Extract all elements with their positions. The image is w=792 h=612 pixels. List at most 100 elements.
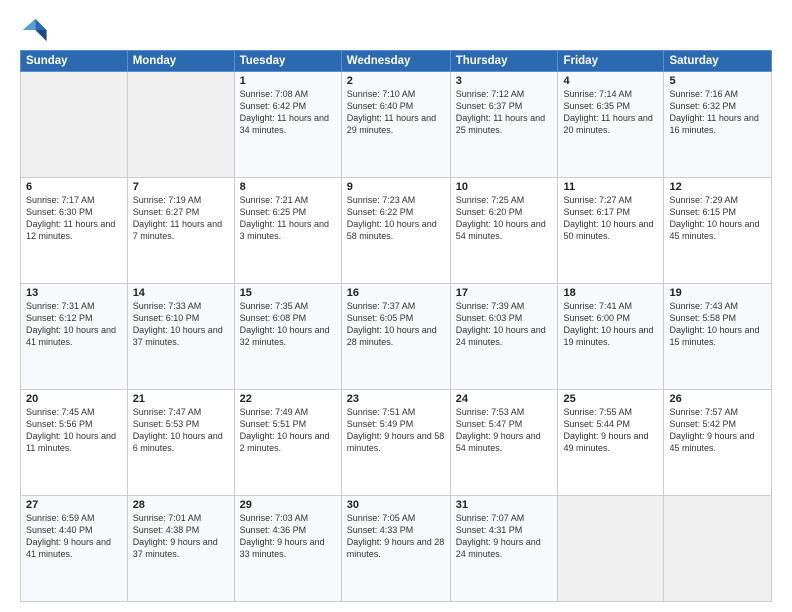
day-detail: Sunrise: 7:17 AM Sunset: 6:30 PM Dayligh… (26, 194, 122, 243)
calendar-cell: 23Sunrise: 7:51 AM Sunset: 5:49 PM Dayli… (341, 390, 450, 496)
day-number: 29 (240, 499, 336, 511)
day-number: 16 (347, 287, 445, 299)
day-number: 26 (669, 393, 766, 405)
calendar-cell: 6Sunrise: 7:17 AM Sunset: 6:30 PM Daylig… (21, 178, 128, 284)
calendar-cell: 7Sunrise: 7:19 AM Sunset: 6:27 PM Daylig… (127, 178, 234, 284)
day-header-friday: Friday (558, 51, 664, 72)
day-detail: Sunrise: 7:25 AM Sunset: 6:20 PM Dayligh… (456, 194, 553, 243)
day-header-thursday: Thursday (450, 51, 558, 72)
calendar-cell: 2Sunrise: 7:10 AM Sunset: 6:40 PM Daylig… (341, 72, 450, 178)
logo-icon (20, 16, 48, 44)
day-header-saturday: Saturday (664, 51, 772, 72)
day-number: 30 (347, 499, 445, 511)
day-detail: Sunrise: 7:37 AM Sunset: 6:05 PM Dayligh… (347, 300, 445, 349)
calendar-cell (21, 72, 128, 178)
logo (20, 16, 52, 44)
calendar-cell: 27Sunrise: 6:59 AM Sunset: 4:40 PM Dayli… (21, 496, 128, 602)
day-number: 9 (347, 181, 445, 193)
calendar-cell: 5Sunrise: 7:16 AM Sunset: 6:32 PM Daylig… (664, 72, 772, 178)
calendar-header-row: SundayMondayTuesdayWednesdayThursdayFrid… (21, 51, 772, 72)
day-number: 13 (26, 287, 122, 299)
calendar-cell: 16Sunrise: 7:37 AM Sunset: 6:05 PM Dayli… (341, 284, 450, 390)
day-number: 17 (456, 287, 553, 299)
day-detail: Sunrise: 7:53 AM Sunset: 5:47 PM Dayligh… (456, 406, 553, 455)
page: SundayMondayTuesdayWednesdayThursdayFrid… (0, 0, 792, 612)
calendar-cell: 17Sunrise: 7:39 AM Sunset: 6:03 PM Dayli… (450, 284, 558, 390)
day-number: 2 (347, 75, 445, 87)
day-number: 7 (133, 181, 229, 193)
day-detail: Sunrise: 7:35 AM Sunset: 6:08 PM Dayligh… (240, 300, 336, 349)
day-header-sunday: Sunday (21, 51, 128, 72)
calendar-cell: 1Sunrise: 7:08 AM Sunset: 6:42 PM Daylig… (234, 72, 341, 178)
day-detail: Sunrise: 7:39 AM Sunset: 6:03 PM Dayligh… (456, 300, 553, 349)
calendar-cell: 19Sunrise: 7:43 AM Sunset: 5:58 PM Dayli… (664, 284, 772, 390)
day-detail: Sunrise: 7:31 AM Sunset: 6:12 PM Dayligh… (26, 300, 122, 349)
day-number: 12 (669, 181, 766, 193)
calendar-cell (127, 72, 234, 178)
day-number: 3 (456, 75, 553, 87)
day-number: 18 (563, 287, 658, 299)
calendar-cell: 24Sunrise: 7:53 AM Sunset: 5:47 PM Dayli… (450, 390, 558, 496)
calendar-cell: 11Sunrise: 7:27 AM Sunset: 6:17 PM Dayli… (558, 178, 664, 284)
day-number: 15 (240, 287, 336, 299)
day-number: 6 (26, 181, 122, 193)
day-detail: Sunrise: 7:33 AM Sunset: 6:10 PM Dayligh… (133, 300, 229, 349)
day-number: 4 (563, 75, 658, 87)
header (20, 16, 772, 44)
calendar-cell: 22Sunrise: 7:49 AM Sunset: 5:51 PM Dayli… (234, 390, 341, 496)
calendar-cell: 4Sunrise: 7:14 AM Sunset: 6:35 PM Daylig… (558, 72, 664, 178)
day-detail: Sunrise: 7:55 AM Sunset: 5:44 PM Dayligh… (563, 406, 658, 455)
calendar-cell: 9Sunrise: 7:23 AM Sunset: 6:22 PM Daylig… (341, 178, 450, 284)
day-detail: Sunrise: 7:08 AM Sunset: 6:42 PM Dayligh… (240, 88, 336, 137)
day-header-wednesday: Wednesday (341, 51, 450, 72)
day-detail: Sunrise: 7:07 AM Sunset: 4:31 PM Dayligh… (456, 512, 553, 561)
day-header-monday: Monday (127, 51, 234, 72)
calendar-cell (558, 496, 664, 602)
day-detail: Sunrise: 7:14 AM Sunset: 6:35 PM Dayligh… (563, 88, 658, 137)
calendar-cell (664, 496, 772, 602)
day-number: 11 (563, 181, 658, 193)
day-number: 1 (240, 75, 336, 87)
week-row-4: 27Sunrise: 6:59 AM Sunset: 4:40 PM Dayli… (21, 496, 772, 602)
day-number: 23 (347, 393, 445, 405)
day-detail: Sunrise: 7:16 AM Sunset: 6:32 PM Dayligh… (669, 88, 766, 137)
week-row-1: 6Sunrise: 7:17 AM Sunset: 6:30 PM Daylig… (21, 178, 772, 284)
day-detail: Sunrise: 7:21 AM Sunset: 6:25 PM Dayligh… (240, 194, 336, 243)
day-number: 31 (456, 499, 553, 511)
day-number: 28 (133, 499, 229, 511)
day-detail: Sunrise: 7:19 AM Sunset: 6:27 PM Dayligh… (133, 194, 229, 243)
day-number: 24 (456, 393, 553, 405)
calendar-cell: 15Sunrise: 7:35 AM Sunset: 6:08 PM Dayli… (234, 284, 341, 390)
calendar-cell: 8Sunrise: 7:21 AM Sunset: 6:25 PM Daylig… (234, 178, 341, 284)
day-number: 14 (133, 287, 229, 299)
day-number: 8 (240, 181, 336, 193)
calendar-cell: 30Sunrise: 7:05 AM Sunset: 4:33 PM Dayli… (341, 496, 450, 602)
day-number: 20 (26, 393, 122, 405)
day-detail: Sunrise: 7:51 AM Sunset: 5:49 PM Dayligh… (347, 406, 445, 455)
day-detail: Sunrise: 7:01 AM Sunset: 4:38 PM Dayligh… (133, 512, 229, 561)
day-detail: Sunrise: 7:12 AM Sunset: 6:37 PM Dayligh… (456, 88, 553, 137)
day-detail: Sunrise: 7:57 AM Sunset: 5:42 PM Dayligh… (669, 406, 766, 455)
week-row-3: 20Sunrise: 7:45 AM Sunset: 5:56 PM Dayli… (21, 390, 772, 496)
day-detail: Sunrise: 7:05 AM Sunset: 4:33 PM Dayligh… (347, 512, 445, 561)
calendar-cell: 3Sunrise: 7:12 AM Sunset: 6:37 PM Daylig… (450, 72, 558, 178)
day-number: 22 (240, 393, 336, 405)
calendar-cell: 28Sunrise: 7:01 AM Sunset: 4:38 PM Dayli… (127, 496, 234, 602)
day-number: 21 (133, 393, 229, 405)
calendar-cell: 21Sunrise: 7:47 AM Sunset: 5:53 PM Dayli… (127, 390, 234, 496)
day-detail: Sunrise: 7:41 AM Sunset: 6:00 PM Dayligh… (563, 300, 658, 349)
calendar-cell: 14Sunrise: 7:33 AM Sunset: 6:10 PM Dayli… (127, 284, 234, 390)
day-number: 25 (563, 393, 658, 405)
day-detail: Sunrise: 7:03 AM Sunset: 4:36 PM Dayligh… (240, 512, 336, 561)
day-detail: Sunrise: 7:45 AM Sunset: 5:56 PM Dayligh… (26, 406, 122, 455)
day-detail: Sunrise: 7:10 AM Sunset: 6:40 PM Dayligh… (347, 88, 445, 137)
calendar-table: SundayMondayTuesdayWednesdayThursdayFrid… (20, 50, 772, 602)
calendar-cell: 31Sunrise: 7:07 AM Sunset: 4:31 PM Dayli… (450, 496, 558, 602)
day-number: 19 (669, 287, 766, 299)
day-number: 5 (669, 75, 766, 87)
day-detail: Sunrise: 6:59 AM Sunset: 4:40 PM Dayligh… (26, 512, 122, 561)
calendar-cell: 10Sunrise: 7:25 AM Sunset: 6:20 PM Dayli… (450, 178, 558, 284)
day-number: 27 (26, 499, 122, 511)
day-detail: Sunrise: 7:47 AM Sunset: 5:53 PM Dayligh… (133, 406, 229, 455)
calendar-cell: 18Sunrise: 7:41 AM Sunset: 6:00 PM Dayli… (558, 284, 664, 390)
